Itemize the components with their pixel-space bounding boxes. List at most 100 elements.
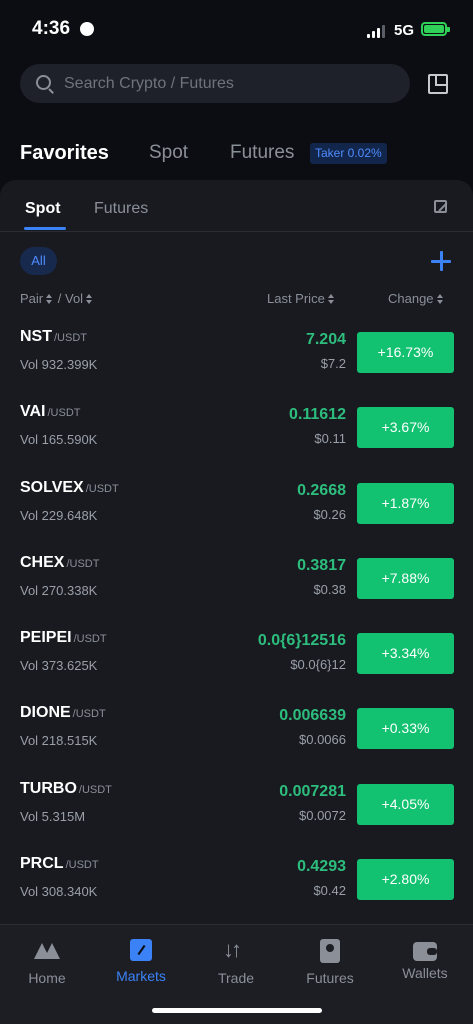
taker-fee-badge[interactable]: Taker 0.02% [310,143,387,164]
sort-icon [327,294,335,305]
change-badge[interactable]: +4.05% [357,783,454,825]
market-row[interactable]: CHEX/USDT Vol 270.338K 0.3817 $0.38 +7.8… [0,546,473,621]
volume: Vol 229.648K [20,507,98,523]
tab-spot[interactable]: Spot [149,142,188,164]
nav-label: Trade [217,970,255,986]
trade-icon [223,937,249,963]
pair: SOLVEX/USDT [20,479,119,497]
pair-base: CHEX [20,553,65,571]
fiat-price: $0.38 [313,581,346,597]
market-list: NST/USDT Vol 932.399K 7.204 $7.2 +16.73%… [0,320,473,922]
subtab-spot[interactable]: Spot [25,200,61,218]
volume: Vol 5.315M [20,808,86,824]
fiat-price: $7.2 [320,356,346,371]
change-badge[interactable]: +2.80% [357,859,454,901]
last-price: 0.4293 [297,858,346,876]
pair-quote: /USDT [78,783,112,796]
nav-futures[interactable]: Futures [290,939,370,986]
layout-icon[interactable] [428,74,448,94]
column-vol-label: Vol [65,291,84,306]
fiat-price: $0.42 [313,883,346,899]
last-price: 0.11612 [289,406,346,424]
nav-wallets[interactable]: Wallets [385,939,465,981]
status-time: 4:36 [32,18,71,39]
pair-base: SOLVEX [20,478,84,496]
column-header-pair-vol[interactable]: Pair / Vol [20,291,93,306]
tab-favorites[interactable]: Favorites [20,142,109,165]
market-row[interactable]: NST/USDT Vol 932.399K 7.204 $7.2 +16.73% [0,320,473,395]
pair-quote: /USDT [73,633,107,646]
pair: TURBO/USDT [20,780,112,798]
add-icon[interactable] [431,251,451,271]
pair-base: NST [20,328,52,345]
nav-label: Home [28,970,66,986]
volume: Vol 308.340K [20,884,98,900]
change-badge[interactable]: +16.73% [357,332,454,373]
last-price: 7.204 [305,331,346,348]
edit-icon[interactable] [434,200,447,213]
column-header-last-price[interactable]: Last Price [267,291,335,306]
nav-trade[interactable]: Trade [196,937,276,986]
market-row[interactable]: VAI/USDT Vol 165.590K 0.11612 $0.11 +3.6… [0,395,473,470]
pair-quote: /USDT [54,332,87,344]
pair-base: DIONE [20,704,71,722]
pair-quote: /USDT [85,482,119,495]
pair-quote: /USDT [66,557,100,570]
favorites-panel: Spot Futures All Pair / Vol Last Price C… [0,180,473,924]
globe-icon [80,22,94,36]
pair: PEIPEI/USDT [20,629,107,647]
last-price: 0.006639 [279,707,346,725]
pair-quote: /USDT [47,407,81,420]
markets-screen: 4:36 5G Favorites Spot Futures Taker 0.0… [0,0,473,1024]
market-row[interactable]: DIONE/USDT Vol 218.515K 0.006639 $0.0066… [0,696,473,771]
column-change-label: Change [388,291,434,306]
search-input[interactable] [64,64,394,103]
volume: Vol 932.399K [20,357,98,372]
signal-icon [367,24,387,38]
market-row[interactable]: PRCL/USDT Vol 308.340K 0.4293 $0.42 +2.8… [0,847,473,922]
volume: Vol 165.590K [20,432,98,448]
nav-markets[interactable]: Markets [101,939,181,984]
divider [0,231,473,232]
subtab-futures[interactable]: Futures [94,200,148,218]
search-icon [36,75,51,90]
pair-quote: /USDT [65,859,99,872]
column-last-price-label: Last Price [267,291,325,306]
change-badge[interactable]: +7.88% [357,557,454,599]
markets-icon [130,939,152,961]
home-icon [34,939,60,963]
pair-base: VAI [20,403,46,421]
search-bar[interactable] [20,64,410,103]
tab-futures[interactable]: Futures [230,142,294,164]
pair-base: PEIPEI [20,629,72,647]
change-badge[interactable]: +3.34% [357,633,454,675]
market-row[interactable]: PEIPEI/USDT Vol 373.625K 0.0{6}12516 $0.… [0,621,473,696]
last-price: 0.007281 [279,782,346,800]
fiat-price: $0.0072 [299,807,346,823]
pair: NST/USDT [20,328,87,346]
sort-icon [436,294,444,305]
fiat-price: $0.0066 [299,732,346,748]
pair: PRCL/USDT [20,855,99,873]
column-pair-label: Pair [20,291,44,306]
filter-all-chip[interactable]: All [20,247,57,275]
network-label: 5G [394,22,415,39]
sort-icon [46,294,53,305]
futures-icon [320,939,340,963]
change-badge[interactable]: +1.87% [357,482,454,524]
pair-quote: /USDT [72,708,106,721]
status-bar: 4:36 5G [0,0,473,56]
pair: CHEX/USDT [20,554,99,572]
change-badge[interactable]: +0.33% [357,708,454,750]
market-row[interactable]: SOLVEX/USDT Vol 229.648K 0.2668 $0.26 +1… [0,471,473,546]
volume: Vol 373.625K [20,658,98,674]
volume: Vol 218.515K [20,733,98,749]
pair: DIONE/USDT [20,704,106,722]
nav-label: Wallets [402,965,448,981]
nav-home[interactable]: Home [7,939,87,986]
change-badge[interactable]: +3.67% [357,407,454,449]
nav-label: Markets [116,968,166,984]
column-header-change[interactable]: Change [388,291,444,306]
wallet-icon [413,942,437,961]
market-row[interactable]: TURBO/USDT Vol 5.315M 0.007281 $0.0072 +… [0,772,473,847]
